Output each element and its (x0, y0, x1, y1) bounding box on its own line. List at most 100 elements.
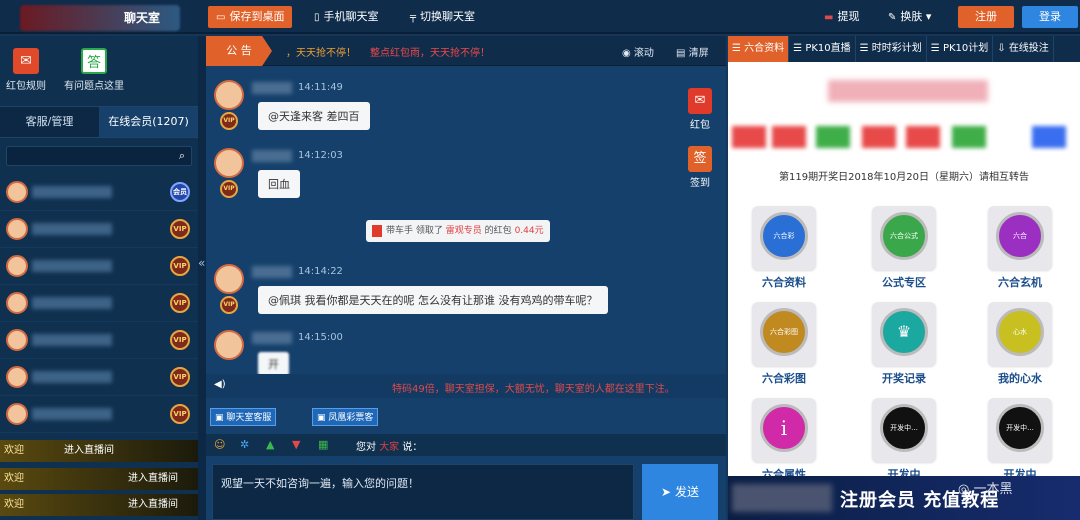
list-item[interactable]: VIP (0, 285, 198, 322)
avatar (6, 218, 28, 240)
result-ball (862, 126, 896, 148)
tab-pk10-plan[interactable]: ☰ PK10计划 (927, 36, 994, 62)
watermark: ◎ 一本黑 (958, 482, 1013, 497)
result-ball (952, 126, 986, 148)
vip-badge-icon: VIP (220, 296, 238, 314)
sparkle-icon[interactable]: ✲ (240, 438, 249, 451)
vip-badge-icon: VIP (170, 219, 190, 239)
gift-icon[interactable]: ▼ (292, 438, 300, 451)
trophy-icon: ♛ (880, 308, 928, 356)
tab-service-admin[interactable]: 客服/管理 (0, 107, 99, 137)
dev-logo-icon: 开发中... (880, 404, 928, 452)
grid-history[interactable]: ♛ 开奖记录 (864, 302, 944, 386)
charts-logo-icon: 六合彩图 (760, 308, 808, 356)
switch-chat-button[interactable]: ╤ 切换聊天室 (402, 6, 483, 28)
register-tutorial-banner[interactable]: 注册会员 充值教程 (728, 476, 1080, 520)
sender-name-blurred (252, 82, 292, 94)
message-time: 14:12:03 (298, 150, 343, 161)
input-toolbar: ☺ ✲ ▲ ▼ ▦ 您对 大家 说： (206, 434, 726, 456)
vip-badge-icon: VIP (220, 180, 238, 198)
redpack-icon (372, 224, 382, 237)
image-icon[interactable]: ▦ (318, 438, 328, 451)
service-icon: ▣ (317, 413, 326, 423)
list-item[interactable]: VIP (0, 396, 198, 433)
result-ball (816, 126, 850, 148)
double-chevron-left-icon[interactable]: « (198, 256, 205, 270)
enter-room-notice: 欢迎 进入直播间 (0, 468, 198, 490)
chat-service-button[interactable]: ▣ 聊天室客服 (210, 408, 277, 426)
list-item[interactable]: VIP (0, 248, 198, 285)
skin-button[interactable]: ✎ 换肤 ▾ (880, 6, 939, 28)
list-item[interactable]: VIP (0, 322, 198, 359)
message-bubble: 开 (258, 352, 289, 376)
grid-mystery[interactable]: 六合 六合玄机 (980, 206, 1060, 290)
list-item[interactable]: VIP (0, 211, 198, 248)
paper-plane-icon: ➤ (661, 485, 672, 499)
message-bubble: @佩琪 我看你都是天天在的呢 怎么没有让那谁 没有鸡鸡的带车呢？ (258, 286, 608, 314)
save-to-desktop-button[interactable]: ▭ 保存到桌面 (208, 6, 293, 28)
recipient-select[interactable]: 大家 (379, 442, 399, 453)
vip-badge-icon: VIP (220, 112, 238, 130)
thumbs-up-icon[interactable]: ▲ (266, 438, 274, 451)
grid-attributes[interactable]: i 六合属性 (744, 398, 824, 482)
member-search-input[interactable]: ⌕ (6, 146, 192, 166)
grid-in-development[interactable]: 开发中... 开发中 (864, 398, 944, 482)
redpack-button[interactable]: ✉ 红包 (688, 88, 712, 131)
monitor-icon: ▭ (216, 12, 226, 23)
vip-badge-icon: VIP (170, 293, 190, 313)
grid-charts[interactable]: 六合彩图 六合彩图 (744, 302, 824, 386)
grid-formula[interactable]: 六合公式 公式专区 (864, 206, 944, 290)
trash-icon: ▤ (676, 48, 686, 59)
member-name-blurred (32, 260, 112, 272)
member-name-blurred (32, 371, 112, 383)
message-time: 14:15:00 (298, 332, 343, 343)
avatar (6, 403, 28, 425)
brush-icon: ✎ (888, 12, 897, 23)
tile: 六合公式 (872, 206, 936, 270)
tile: 开发中... (988, 398, 1052, 462)
info-icon: i (760, 404, 808, 452)
grid-in-development[interactable]: 开发中... 开发中 (980, 398, 1060, 482)
grid-liuhe-data[interactable]: 六合彩 六合资料 (744, 206, 824, 290)
register-button[interactable]: 注册 (958, 6, 1014, 28)
list-item[interactable]: VIP (0, 359, 198, 396)
grid-my-picks[interactable]: 心水 我的心水 (980, 302, 1060, 386)
signin-button[interactable]: 签 签到 (688, 146, 712, 189)
mobile-chat-button[interactable]: ▯ 手机聊天室 (306, 6, 387, 28)
broadcast-ticker: ◀) 特码49倍，聊天室担保，大额无忧，聊天室的人都在这里下注。 (206, 374, 726, 398)
enter-room-notice: 欢迎 进入直播间 (0, 494, 198, 516)
lottery-service-button[interactable]: ▣ 凤凰彩票客 (312, 408, 379, 426)
tile: 开发中... (872, 398, 936, 462)
login-button[interactable]: 登录 (1022, 6, 1078, 28)
send-button[interactable]: ➤ 发送 (642, 464, 718, 520)
tab-online-bet[interactable]: ⇩ 在线投注 (993, 36, 1054, 62)
help-link[interactable]: 答 有问题点这里 (64, 48, 124, 92)
avatar (214, 148, 244, 178)
member-name-blurred (32, 408, 112, 420)
message-input[interactable]: 观望一天不如咨询一遍，输入您的问题！ (212, 464, 634, 520)
avatar (6, 255, 28, 277)
message-time: 14:14:22 (298, 266, 343, 277)
mystery-logo-icon: 六合 (996, 212, 1044, 260)
sidebar-collapse-handle[interactable]: « (198, 36, 206, 520)
withdraw-button[interactable]: ▬ 提现 (816, 6, 867, 28)
tab-liuhe-data[interactable]: ☰ 六合资料 (728, 36, 790, 62)
redpack-rules-link[interactable]: ✉ 红包规则 (6, 48, 46, 92)
result-ball (732, 126, 766, 148)
sender-name-blurred (252, 266, 292, 278)
clear-screen-button[interactable]: ▤ 清屏 (676, 44, 709, 59)
tab-ssc-plan[interactable]: ☰ 时时彩计划 (856, 36, 927, 62)
tab-pk10-live[interactable]: ☰ PK10直播 (789, 36, 856, 62)
search-icon[interactable]: ⌕ (179, 149, 185, 163)
list-item[interactable]: 会员 (0, 174, 198, 211)
tab-online-members[interactable]: 在线会员(1207) (99, 107, 198, 137)
announcement-text: ，天天抢不停！ (286, 48, 356, 59)
avatar (214, 80, 244, 110)
speaker-icon: ◀) (214, 379, 226, 390)
redpack-icon: ✉ (688, 88, 712, 114)
scroll-toggle[interactable]: ◉ 滚动 (622, 44, 654, 59)
member-name-blurred (32, 297, 112, 309)
emoji-icon[interactable]: ☺ (214, 438, 225, 451)
envelope-icon: ✉ (13, 48, 39, 74)
member-sidebar: ✉ 红包规则 答 有问题点这里 客服/管理 在线会员(1207) ⌕ 会员 VI… (0, 36, 198, 520)
